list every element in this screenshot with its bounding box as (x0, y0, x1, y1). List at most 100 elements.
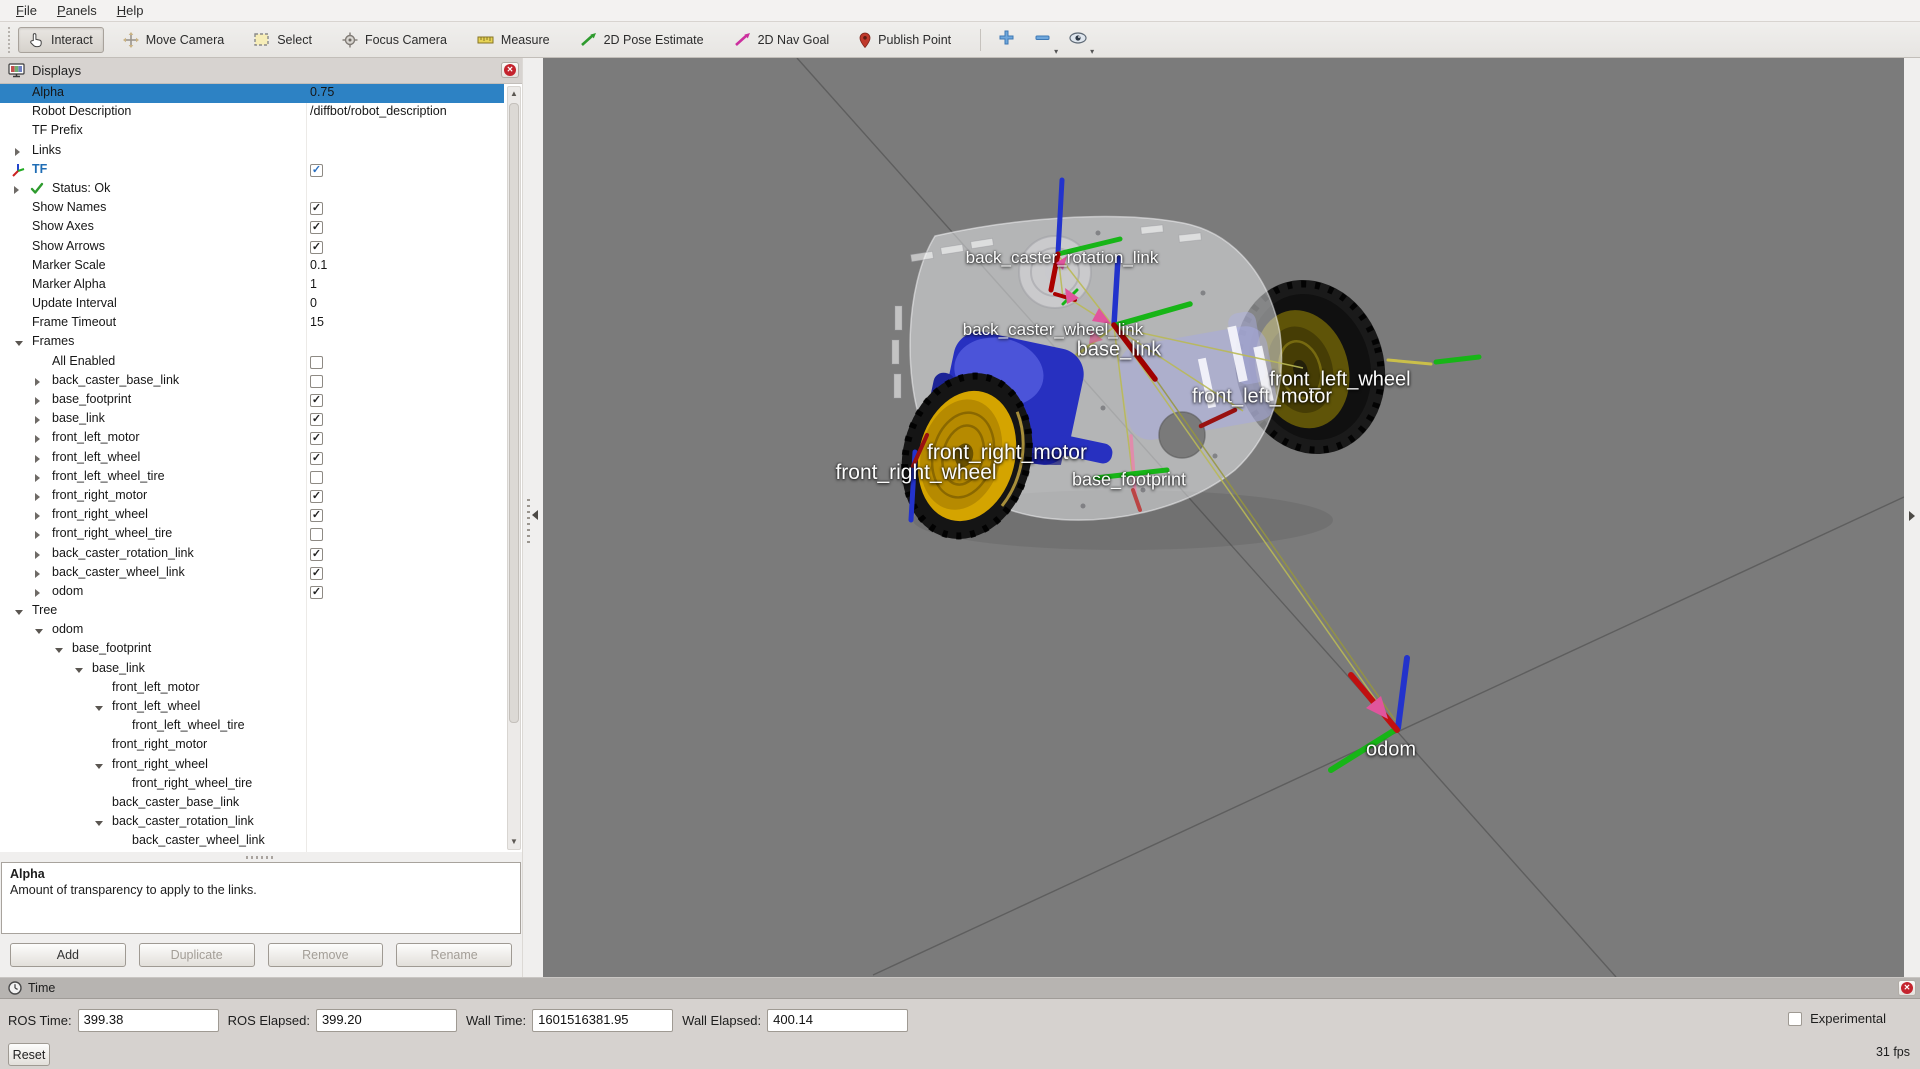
checkbox-checked[interactable]: ✓ (310, 432, 323, 445)
expand-arrow-icon[interactable] (35, 474, 40, 482)
checkbox-checked[interactable]: ✓ (310, 413, 323, 426)
tree-scrollbar[interactable]: ▲ ▼ (507, 86, 521, 850)
tree-row-frames[interactable]: Frames (0, 333, 504, 352)
checkbox-checked[interactable]: ✓ (310, 509, 323, 522)
tree-row-base-footprint[interactable]: base_footprint (0, 640, 504, 659)
right-panel-strip[interactable] (1904, 58, 1920, 977)
tree-row-show-arrows[interactable]: Show Arrows✓ (0, 238, 504, 257)
checkbox-checked[interactable]: ✓ (310, 567, 323, 580)
remove-button[interactable]: Remove (268, 943, 384, 967)
tree-row-front-left-motor[interactable]: front_left_motor (0, 679, 504, 698)
tree-row-front-right-wheel-tire[interactable]: front_right_wheel_tire (0, 525, 504, 544)
collapse-arrow-icon[interactable] (55, 648, 63, 653)
tool-interact[interactable]: Interact (18, 27, 104, 53)
checkbox-unchecked[interactable] (310, 356, 323, 369)
menu-item-help[interactable]: Help (107, 1, 154, 20)
property-value[interactable]: 0.75 (310, 85, 334, 99)
collapse-arrow-icon[interactable] (15, 341, 23, 346)
checkbox-checked[interactable]: ✓ (310, 221, 323, 234)
tree-scrollbar-thumb[interactable] (509, 103, 519, 723)
time-close-button[interactable]: ✕ (1898, 980, 1916, 996)
tool-visibility-button[interactable]: ▾ (1063, 27, 1093, 53)
menu-item-panels[interactable]: Panels (47, 1, 107, 20)
panel-viewport-splitter[interactable] (522, 58, 543, 977)
time-field-input[interactable]: 399.20 (316, 1009, 457, 1032)
tree-row-back-caster-base-link[interactable]: back_caster_base_link (0, 794, 504, 813)
checkbox-checked[interactable]: ✓ (310, 241, 323, 254)
tree-row-back-caster-wheel-link[interactable]: back_caster_wheel_link (0, 832, 504, 851)
tool-2d-pose-estimate[interactable]: 2D Pose Estimate (569, 27, 715, 52)
collapse-arrow-icon[interactable] (35, 629, 43, 634)
expand-arrow-icon[interactable] (35, 435, 40, 443)
collapse-right-icon[interactable] (1909, 511, 1915, 521)
expand-arrow-icon[interactable] (35, 455, 40, 463)
tree-row-back-caster-wheel-link[interactable]: back_caster_wheel_link✓ (0, 564, 504, 583)
tree-row-base-footprint[interactable]: base_footprint✓ (0, 391, 504, 410)
tree-row-tf-prefix[interactable]: TF Prefix (0, 122, 504, 141)
time-panel-header[interactable]: Time ✕ (0, 977, 1920, 999)
tree-row-front-left-wheel-tire[interactable]: front_left_wheel_tire (0, 717, 504, 736)
expand-arrow-icon[interactable] (35, 531, 40, 539)
expand-arrow-icon[interactable] (35, 512, 40, 520)
tool-2d-nav-goal[interactable]: 2D Nav Goal (723, 27, 841, 52)
tool-focus-camera[interactable]: Focus Camera (331, 27, 458, 53)
collapse-arrow-icon[interactable] (75, 668, 83, 673)
add-button[interactable]: Add (10, 943, 126, 967)
tree-row-back-caster-base-link[interactable]: back_caster_base_link (0, 372, 504, 391)
expand-arrow-icon[interactable] (14, 186, 19, 194)
tree-row-status-ok[interactable]: Status: Ok (0, 180, 504, 199)
reset-button[interactable]: Reset (8, 1043, 50, 1066)
tree-row-all-enabled[interactable]: All Enabled (0, 353, 504, 372)
tree-row-alpha[interactable]: Alpha0.75 (0, 84, 504, 103)
checkbox-unchecked[interactable] (310, 375, 323, 388)
scroll-up-icon[interactable]: ▲ (508, 88, 520, 100)
checkbox-checked[interactable]: ✓ (310, 394, 323, 407)
tree-row-tf[interactable]: TF✓ (0, 161, 504, 180)
toolbar-drag-handle[interactable] (6, 27, 12, 53)
tree-row-marker-scale[interactable]: Marker Scale0.1 (0, 257, 504, 276)
collapse-arrow-icon[interactable] (95, 764, 103, 769)
tree-row-back-caster-rotation-link[interactable]: back_caster_rotation_link (0, 813, 504, 832)
checkbox-checked[interactable]: ✓ (310, 586, 323, 599)
duplicate-button[interactable]: Duplicate (139, 943, 255, 967)
tree-row-back-caster-rotation-link[interactable]: back_caster_rotation_link✓ (0, 545, 504, 564)
tree-row-front-left-wheel[interactable]: front_left_wheel✓ (0, 449, 504, 468)
checkbox-checked[interactable]: ✓ (310, 452, 323, 465)
tree-row-base-link[interactable]: base_link (0, 660, 504, 679)
tree-row-front-right-wheel[interactable]: front_right_wheel✓ (0, 506, 504, 525)
displays-panel-header[interactable]: Displays ✕ (0, 58, 522, 84)
tree-row-links[interactable]: Links (0, 142, 504, 161)
experimental-checkbox-group[interactable]: Experimental (1788, 1011, 1886, 1026)
collapse-arrow-icon[interactable] (95, 821, 103, 826)
time-field-input[interactable]: 399.38 (78, 1009, 219, 1032)
checkbox-checked[interactable]: ✓ (310, 164, 323, 177)
description-splitter[interactable] (0, 852, 522, 862)
tree-row-robot-description[interactable]: Robot Description/diffbot/robot_descript… (0, 103, 504, 122)
expand-arrow-icon[interactable] (35, 493, 40, 501)
tool-publish-point[interactable]: Publish Point (848, 27, 962, 53)
collapse-arrow-icon[interactable] (95, 706, 103, 711)
remove-tool-button[interactable]: ▾ (1027, 27, 1057, 53)
tree-row-marker-alpha[interactable]: Marker Alpha1 (0, 276, 504, 295)
dropdown-arrow-icon[interactable]: ▾ (1054, 47, 1058, 56)
expand-arrow-icon[interactable] (35, 397, 40, 405)
tree-row-show-axes[interactable]: Show Axes✓ (0, 218, 504, 237)
tree-row-show-names[interactable]: Show Names✓ (0, 199, 504, 218)
rename-button[interactable]: Rename (396, 943, 512, 967)
time-field-input[interactable]: 400.14 (767, 1009, 908, 1032)
expand-arrow-icon[interactable] (35, 378, 40, 386)
checkbox-checked[interactable]: ✓ (310, 490, 323, 503)
tree-row-tree[interactable]: Tree (0, 602, 504, 621)
expand-arrow-icon[interactable] (15, 148, 20, 156)
checkbox-checked[interactable]: ✓ (310, 202, 323, 215)
collapse-arrow-icon[interactable] (15, 610, 23, 615)
tree-row-front-right-wheel[interactable]: front_right_wheel (0, 756, 504, 775)
scroll-down-icon[interactable]: ▼ (508, 836, 520, 848)
menu-item-file[interactable]: File (6, 1, 47, 20)
tree-row-front-right-wheel-tire[interactable]: front_right_wheel_tire (0, 775, 504, 794)
tree-row-frame-timeout[interactable]: Frame Timeout15 (0, 314, 504, 333)
expand-arrow-icon[interactable] (35, 589, 40, 597)
property-value[interactable]: 1 (310, 277, 317, 291)
checkbox-unchecked[interactable] (310, 528, 323, 541)
add-tool-button[interactable] (991, 27, 1021, 53)
